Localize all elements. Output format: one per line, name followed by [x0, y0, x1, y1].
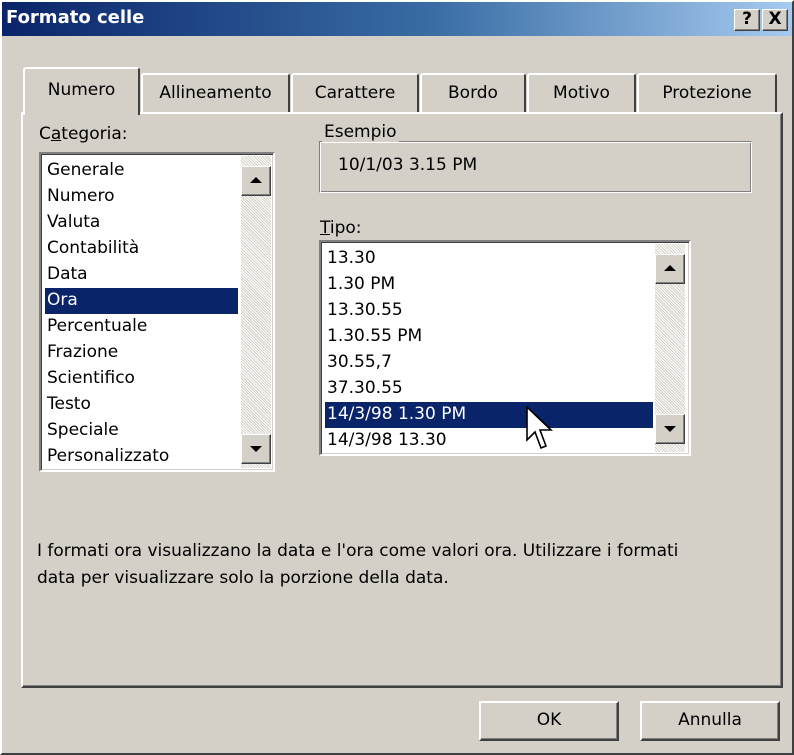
arrow-up-icon — [250, 177, 262, 183]
list-item[interactable]: 13.30.55 — [325, 298, 403, 324]
list-item[interactable]: Generale — [45, 158, 124, 184]
categoria-label: Categoria: — [39, 124, 128, 144]
tab-carattere-label: Carattere — [314, 83, 396, 103]
esempio-caption: Esempio — [322, 122, 399, 142]
list-item[interactable]: 1.30 PM — [325, 272, 395, 298]
scroll-down-button[interactable] — [655, 414, 685, 444]
tab-numero[interactable]: Numero — [23, 67, 140, 115]
list-item[interactable]: 30.55,7 — [325, 350, 392, 376]
list-item[interactable]: 13.30 — [325, 246, 376, 272]
list-item[interactable]: Frazione — [45, 340, 118, 366]
scroll-up-button[interactable] — [241, 166, 271, 196]
tab-bordo-label: Bordo — [448, 83, 498, 103]
scroll-down-button[interactable] — [241, 434, 271, 464]
list-item-selected[interactable]: 14/3/98 1.30 PM — [325, 402, 653, 428]
list-item[interactable]: 1.30.55 PM — [325, 324, 422, 350]
arrow-down-icon — [250, 446, 262, 452]
esempio-value: 10/1/03 3.15 PM — [338, 155, 478, 175]
categoria-listbox[interactable]: Generale Numero Valuta Contabilità Data … — [39, 152, 275, 472]
list-item[interactable]: 37.30.55 — [325, 376, 403, 402]
arrow-down-icon — [664, 426, 676, 432]
list-item[interactable]: Data — [45, 262, 88, 288]
format-description: I formati ora visualizzano la data e l'o… — [37, 541, 679, 588]
dialog-title: Formato celle — [6, 7, 145, 28]
list-item[interactable]: Numero — [45, 184, 115, 210]
scroll-up-button[interactable] — [655, 254, 685, 284]
ok-button[interactable]: OK — [479, 701, 619, 741]
list-item-selected[interactable]: Ora — [45, 288, 238, 314]
title-bar[interactable]: Formato celle ? X — [2, 2, 792, 36]
mouse-pointer-icon — [526, 406, 553, 450]
tab-motivo-label: Motivo — [553, 83, 610, 103]
tab-carattere[interactable]: Carattere — [291, 73, 419, 113]
tab-allineamento[interactable]: Allineamento — [141, 73, 290, 113]
list-item[interactable]: Scientifico — [45, 366, 135, 392]
help-button[interactable]: ? — [734, 9, 760, 31]
list-item[interactable]: 14/3/98 13.30 — [325, 428, 447, 454]
tipo-listbox[interactable]: 13.30 1.30 PM 13.30.55 1.30.55 PM 30.55,… — [319, 240, 691, 456]
list-item[interactable]: Percentuale — [45, 314, 147, 340]
list-item[interactable]: Testo — [45, 392, 91, 418]
format-cells-dialog: Formato celle ? X Numero Allineamento Ca… — [0, 0, 794, 755]
cancel-button[interactable]: Annulla — [640, 701, 780, 741]
tab-protezione[interactable]: Protezione — [637, 73, 777, 113]
list-item[interactable]: Valuta — [45, 210, 100, 236]
arrow-up-icon — [664, 265, 676, 271]
tab-numero-label: Numero — [47, 80, 116, 100]
list-item[interactable]: Contabilità — [45, 236, 139, 262]
categoria-scrollbar[interactable] — [241, 156, 271, 468]
tab-protezione-label: Protezione — [662, 83, 752, 103]
tab-motivo[interactable]: Motivo — [527, 73, 636, 113]
tipo-scrollbar[interactable] — [655, 244, 685, 452]
list-item[interactable]: Speciale — [45, 418, 119, 444]
tipo-label: Tipo: — [320, 218, 362, 238]
close-button[interactable]: X — [762, 9, 788, 31]
tab-allineamento-label: Allineamento — [159, 83, 272, 103]
list-item[interactable]: Personalizzato — [45, 444, 169, 470]
tab-bordo[interactable]: Bordo — [420, 73, 526, 113]
